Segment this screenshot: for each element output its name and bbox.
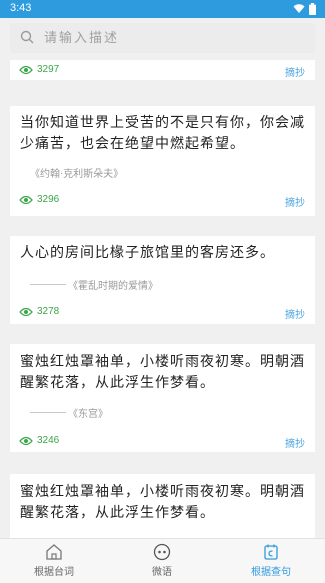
quote-source: 《东宫》 (30, 405, 108, 420)
quote-source: 《霍乱时期的爱情》 (30, 277, 158, 292)
quote-card: 蜜烛红烛罩袖单，小楼听雨夜初寒。明朝酒醒繁花落，从此浮生作梦看。 《东宫》 32… (10, 344, 315, 452)
source-text: 《约翰·克利斯朵夫》 (30, 169, 124, 180)
tab-label: 根据台词 (34, 567, 74, 578)
quote-text: 蜜烛红烛罩袖单，小楼听雨夜初寒。明朝酒醒繁花落，从此浮生作梦看。 (20, 484, 305, 521)
quote-card: 蜜烛红烛罩袖单，小楼听雨夜初寒。明朝酒醒繁花落，从此浮生作梦看。 (10, 474, 315, 538)
eye-icon (19, 436, 33, 445)
eye-icon (19, 307, 33, 316)
search-input[interactable] (44, 27, 294, 49)
tab-label: 微语 (152, 567, 172, 578)
view-count-value: 3296 (37, 194, 60, 205)
source-dash (30, 284, 66, 285)
copy-button[interactable]: 摘抄 (285, 194, 305, 209)
tab-sentence-search[interactable]: 根据查句 (231, 543, 311, 578)
status-time: 3:43 (10, 2, 32, 14)
source-text: 《霍乱时期的爱情》 (68, 281, 158, 292)
view-count-value: 3278 (37, 306, 60, 317)
eye-icon (19, 65, 33, 74)
quote-card: 人心的房间比椽子旅馆里的客房还多。 《霍乱时期的爱情》 3278 摘抄 (10, 236, 315, 324)
wifi-icon (293, 4, 305, 13)
bottom-tab-bar: 根据台词 微语 根据查句 (0, 538, 325, 583)
view-count-value: 3246 (37, 435, 60, 446)
view-count-value: 3297 (37, 64, 60, 75)
quote-text: 人心的房间比椽子旅馆里的客房还多。 (20, 245, 275, 261)
search-box[interactable] (10, 23, 315, 53)
view-count: 3246 (19, 435, 59, 446)
copy-button[interactable]: 摘抄 (285, 435, 305, 450)
quote-card: 3297 摘抄 (10, 60, 315, 80)
status-bar: 3:43 (0, 0, 325, 18)
chat-bubble-icon (153, 543, 171, 561)
tab-micro-words[interactable]: 微语 (122, 543, 202, 578)
search-bar (0, 18, 325, 60)
source-dash (30, 412, 66, 413)
eye-icon (19, 195, 33, 204)
tab-label: 根据查句 (251, 567, 291, 578)
status-icons (293, 3, 316, 15)
quote-card: 当你知道世界上受苦的不是只有你，你会减少痛苦，也会在绝望中燃起希望。 《约翰·克… (10, 106, 315, 216)
quote-text: 蜜烛红烛罩袖单，小楼听雨夜初寒。明朝酒醒繁花落，从此浮生作梦看。 (20, 354, 305, 391)
view-count: 3297 (19, 64, 59, 75)
view-count: 3278 (19, 306, 59, 317)
search-icon (20, 30, 34, 44)
battery-icon (309, 3, 316, 15)
document-icon (264, 544, 278, 560)
quote-text: 当你知道世界上受苦的不是只有你，你会减少痛苦，也会在绝望中燃起希望。 (20, 115, 305, 152)
copy-button[interactable]: 摘抄 (285, 306, 305, 321)
quote-feed[interactable]: 3297 摘抄 当你知道世界上受苦的不是只有你，你会减少痛苦，也会在绝望中燃起希… (0, 60, 325, 538)
tab-lines[interactable]: 根据台词 (14, 543, 94, 578)
quote-source: 《约翰·克利斯朵夫》 (30, 165, 123, 180)
home-icon (46, 544, 62, 560)
view-count: 3296 (19, 194, 59, 205)
source-text: 《东宫》 (68, 409, 108, 420)
copy-button[interactable]: 摘抄 (285, 64, 305, 79)
